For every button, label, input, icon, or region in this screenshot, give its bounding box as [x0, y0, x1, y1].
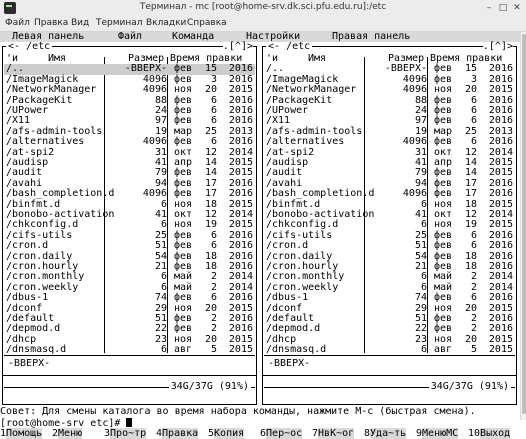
- right-panel-corner[interactable]: .[^]>: [482, 41, 513, 53]
- panel-divider: [4, 355, 255, 357]
- mc-menu-right-panel[interactable]: Правая панель: [332, 31, 410, 42]
- fkey-9[interactable]: 9МенюМС: [416, 428, 459, 439]
- file-row[interactable]: /depmod.d 22 фев 2 2016: [264, 323, 515, 334]
- right-panel[interactable]: <- /etc .[^]> 'и Имя Размер Время правки…: [260, 41, 519, 416]
- file-row[interactable]: /dnsmasq.d 6 авг 5 2015: [4, 344, 255, 356]
- file-name: /dnsmasq.d: [266, 344, 327, 356]
- scrollbar-thumb[interactable]: [522, 34, 526, 414]
- file-year: 2015: [228, 344, 253, 356]
- fkey-10[interactable]: 10Выход: [468, 428, 511, 439]
- menu-file[interactable]: Файл: [5, 18, 30, 28]
- col-name[interactable]: Имя: [48, 53, 66, 64]
- close-button[interactable]: ✕: [511, 2, 523, 14]
- file-row[interactable]: /depmod.d 22 фев 2 2016: [4, 323, 255, 334]
- panel-divider: [264, 355, 515, 357]
- file-size: 6: [160, 344, 167, 356]
- title-bar: Терминал - mc [root@home-srv.dk.sci.pfu.…: [0, 0, 526, 17]
- file-size: 6: [420, 344, 427, 356]
- function-key-bar: 1Помощь 2Меню 3Про~тр 4Правка 5Копия 6Пер~ос 7…: [0, 428, 520, 439]
- mc-menu-file[interactable]: Файл: [118, 31, 142, 42]
- fkey-label: Уда~ть: [370, 428, 407, 439]
- left-panel-path[interactable]: <- /etc: [6, 41, 53, 53]
- fkey-label: Выход: [480, 428, 511, 439]
- menu-help[interactable]: Справка: [187, 18, 227, 28]
- left-panel[interactable]: <- /etc .[^]> 'и Имя Размер Время правки…: [0, 41, 259, 416]
- fkey-label: Пер~ос: [266, 428, 303, 439]
- left-panel-disk: 34G/37G (91%): [168, 381, 251, 393]
- file-day: 5: [210, 344, 217, 356]
- fkey-5[interactable]: 5Копия: [208, 428, 245, 439]
- file-name: /dnsmasq.d: [6, 344, 67, 356]
- right-panel-info: -ВВЕРХ-: [268, 358, 311, 370]
- file-row[interactable]: /UPower 24 фев 6 2016: [4, 105, 255, 116]
- right-panel-path[interactable]: <- /etc: [266, 41, 313, 53]
- terminal-scrollbar[interactable]: [520, 32, 526, 420]
- file-row[interactable]: /UPower 24 фев 6 2016: [264, 105, 515, 116]
- menu-terminal[interactable]: Терминал: [96, 18, 143, 28]
- file-month: авг: [434, 344, 453, 356]
- window-title: Терминал - mc [root@home-srv.dk.sci.pfu.…: [139, 2, 387, 12]
- terminal-window: Терминал - mc [root@home-srv.dk.sci.pfu.…: [0, 0, 526, 439]
- mc-menu-command[interactable]: Команда: [172, 31, 214, 42]
- left-panel-corner[interactable]: .[^]>: [222, 41, 253, 53]
- fkey-label: МенюМС: [422, 428, 459, 439]
- text-cursor: [126, 418, 133, 427]
- fkey-8[interactable]: 8Уда~ть: [364, 428, 407, 439]
- file-year: 2015: [488, 344, 513, 356]
- fkey-6[interactable]: 6Пер~ос: [260, 428, 303, 439]
- fkey-4[interactable]: 4Правка: [156, 428, 199, 439]
- menu-edit[interactable]: Правка: [34, 18, 68, 28]
- menu-tabs[interactable]: Вкладки: [146, 18, 186, 28]
- fkey-label: Меню: [58, 428, 83, 439]
- menu-view[interactable]: Вид: [71, 18, 89, 28]
- terminal-menubar: Файл Правка Вид Терминал Вкладки Справка: [0, 16, 526, 32]
- left-panel-info: -ВВЕРХ-: [8, 358, 51, 370]
- fkey-number: 10: [468, 428, 481, 439]
- mc-menubar: Левая панель Файл Команда Настройки Прав…: [0, 31, 520, 43]
- fkey-2[interactable]: 2Меню: [52, 428, 83, 439]
- fkey-3[interactable]: 3Про~тр: [104, 428, 147, 439]
- file-row[interactable]: /dnsmasq.d 6 авг 5 2015: [264, 344, 515, 356]
- file-month: авг: [174, 344, 193, 356]
- fkey-7[interactable]: 7НвК~ог: [312, 428, 355, 439]
- right-panel-disk: 34G/37G (91%): [428, 381, 511, 393]
- hint-line: Совет: Для смены каталога во время набор…: [0, 406, 476, 417]
- fkey-1[interactable]: 1Помощь: [0, 428, 43, 439]
- fkey-label: Помощь: [6, 428, 43, 439]
- fkey-label: НвК~ог: [318, 428, 355, 439]
- fkey-label: Про~тр: [110, 428, 147, 439]
- fkey-label: Правка: [162, 428, 199, 439]
- minimize-button[interactable]: –: [483, 2, 495, 14]
- file-day: 5: [470, 344, 477, 356]
- col-name[interactable]: Имя: [308, 53, 326, 64]
- fkey-label: Копия: [214, 428, 245, 439]
- maximize-button[interactable]: □: [497, 2, 509, 14]
- terminal-area[interactable]: Левая панель Файл Команда Настройки Прав…: [0, 31, 520, 439]
